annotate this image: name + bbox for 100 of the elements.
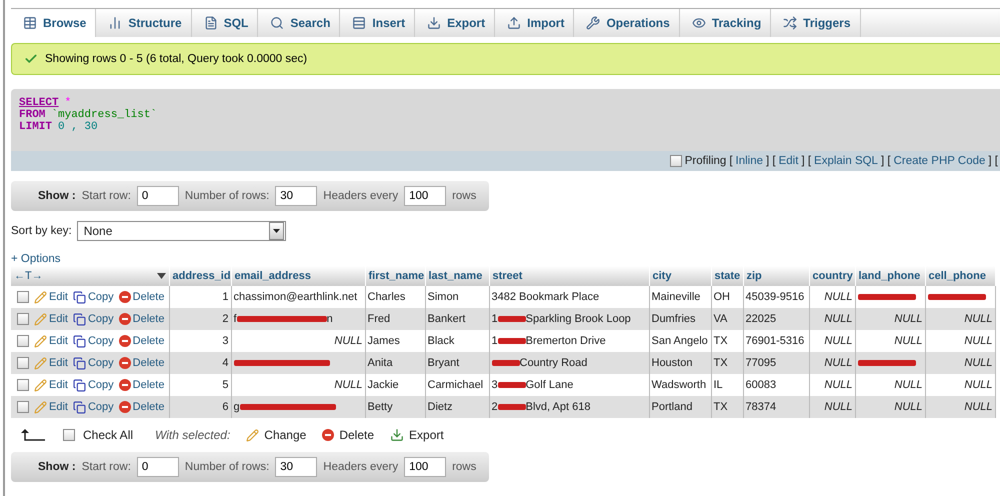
copy-link[interactable]: Copy bbox=[72, 290, 114, 304]
edit-link[interactable]: Edit bbox=[34, 334, 68, 348]
edit-link[interactable]: Edit bbox=[34, 312, 68, 326]
redaction-mark bbox=[498, 404, 526, 410]
column-arrows[interactable]: ←T→ bbox=[14, 270, 43, 282]
sort-caret-icon[interactable] bbox=[156, 273, 166, 279]
cell-text: 2 bbox=[492, 401, 498, 413]
delete-link[interactable]: Delete bbox=[118, 335, 164, 347]
rows-icon bbox=[352, 16, 366, 30]
number-field[interactable]: 30 bbox=[275, 457, 318, 477]
table-cell: Betty bbox=[365, 396, 425, 418]
column-header[interactable]: city bbox=[649, 266, 711, 286]
pencil-icon bbox=[34, 290, 47, 304]
field-label: Headers every bbox=[323, 461, 398, 473]
row-checkbox[interactable] bbox=[17, 379, 29, 391]
edit-button[interactable]: Change bbox=[246, 428, 306, 442]
field-label: Number of rows: bbox=[184, 190, 270, 202]
redaction-mark bbox=[928, 294, 986, 300]
cell-text: Golf Lane bbox=[526, 379, 574, 391]
copy-link[interactable]: Copy bbox=[72, 312, 114, 326]
options-link[interactable]: + Options bbox=[11, 253, 61, 265]
checkbox[interactable] bbox=[670, 155, 682, 167]
delete-link[interactable]: Delete bbox=[118, 313, 164, 325]
delete-icon bbox=[118, 357, 131, 369]
column-header[interactable]: email_address bbox=[231, 266, 365, 286]
rows-label: rows bbox=[452, 190, 476, 202]
cell-text: f bbox=[234, 313, 237, 325]
show-label: Show : bbox=[38, 190, 76, 202]
row-checkbox[interactable] bbox=[17, 401, 29, 413]
tab[interactable]: Browse bbox=[11, 9, 96, 37]
wrench-icon bbox=[586, 16, 600, 30]
pencil-icon bbox=[34, 400, 47, 414]
link[interactable]: Inline bbox=[736, 155, 764, 167]
bracket-text: ] [ bbox=[766, 155, 776, 167]
copy-link[interactable]: Copy bbox=[72, 400, 114, 414]
sql-keyword-link[interactable]: SELECT bbox=[19, 97, 59, 109]
number-field[interactable]: 30 bbox=[275, 186, 318, 206]
delete-link[interactable]: Delete bbox=[118, 401, 164, 413]
link[interactable]: Create PHP Code bbox=[894, 155, 986, 167]
edit-link[interactable]: Edit bbox=[34, 400, 68, 414]
check-icon bbox=[24, 52, 38, 66]
pencil-icon bbox=[246, 428, 260, 442]
row-checkbox[interactable] bbox=[17, 313, 29, 325]
column-header[interactable]: zip bbox=[743, 266, 809, 286]
column-header[interactable]: state bbox=[711, 266, 743, 286]
column-header[interactable]: country bbox=[809, 266, 855, 286]
copy-link[interactable]: Copy bbox=[72, 378, 114, 392]
download-icon bbox=[390, 428, 404, 442]
table-cell: NULL bbox=[809, 396, 855, 418]
cell-text: 1 bbox=[492, 313, 498, 325]
column-header[interactable]: first_name bbox=[365, 266, 425, 286]
number-field[interactable]: 0 bbox=[136, 186, 179, 206]
table-cell: Portland bbox=[649, 396, 711, 418]
sql-token: * bbox=[64, 97, 72, 109]
sql-token: `myaddress_list` bbox=[51, 109, 158, 121]
delete-icon bbox=[118, 335, 131, 347]
row-checkbox[interactable] bbox=[17, 357, 29, 369]
tab[interactable]: SQL bbox=[192, 9, 258, 37]
redaction-mark bbox=[858, 360, 916, 366]
edit-link[interactable]: Edit bbox=[34, 378, 68, 392]
row-checkbox[interactable] bbox=[17, 291, 29, 303]
number-field[interactable]: 100 bbox=[404, 186, 446, 206]
check-all-checkbox[interactable] bbox=[63, 429, 75, 441]
number-field[interactable]: 0 bbox=[136, 457, 179, 477]
delete-link[interactable]: Delete bbox=[118, 379, 164, 391]
delete-icon bbox=[322, 429, 334, 441]
rows-label: rows bbox=[452, 461, 476, 473]
row-checkbox[interactable] bbox=[17, 335, 29, 347]
cell-text: n bbox=[326, 313, 333, 325]
sort-dropdown[interactable]: None bbox=[76, 221, 286, 241]
sql-keyword: FROM bbox=[19, 109, 46, 121]
edit-link[interactable]: Edit bbox=[34, 356, 68, 370]
column-header[interactable]: street bbox=[489, 266, 649, 286]
check-all-label[interactable]: Check All bbox=[83, 428, 134, 442]
number-field[interactable]: 100 bbox=[404, 457, 446, 477]
copy-icon bbox=[72, 290, 86, 304]
delete-link[interactable]: Delete bbox=[118, 357, 164, 369]
field-label: Start row: bbox=[82, 190, 131, 202]
delete-icon bbox=[118, 379, 131, 391]
table-cell: 78374 bbox=[743, 396, 809, 418]
copy-link[interactable]: Copy bbox=[72, 356, 114, 370]
cell-text: 3 bbox=[492, 379, 498, 391]
download-icon bbox=[427, 16, 442, 30]
copy-link[interactable]: Copy bbox=[72, 334, 114, 348]
column-header[interactable]: cell_phone bbox=[925, 266, 995, 286]
link[interactable]: Explain SQL bbox=[814, 155, 878, 167]
bracket-text: ] [ bbox=[988, 155, 998, 167]
edit-link[interactable]: Edit bbox=[34, 290, 68, 304]
redaction-mark bbox=[498, 316, 526, 322]
export-button[interactable]: Export bbox=[390, 428, 444, 442]
bracket-text: ] [ bbox=[880, 155, 891, 167]
column-header[interactable]: last_name bbox=[425, 266, 489, 286]
link[interactable]: Edit bbox=[778, 155, 798, 167]
column-header[interactable]: land_phone bbox=[855, 266, 925, 286]
column-header[interactable]: address_id bbox=[169, 266, 231, 286]
delete-link[interactable]: Delete bbox=[118, 291, 164, 303]
delete-button[interactable]: Delete bbox=[322, 428, 374, 442]
pencil-icon bbox=[34, 334, 47, 348]
redaction-mark bbox=[498, 382, 526, 388]
message-text: Showing rows 0 - 5 (6 total, Query took 0.0000 sec) bbox=[45, 53, 308, 65]
